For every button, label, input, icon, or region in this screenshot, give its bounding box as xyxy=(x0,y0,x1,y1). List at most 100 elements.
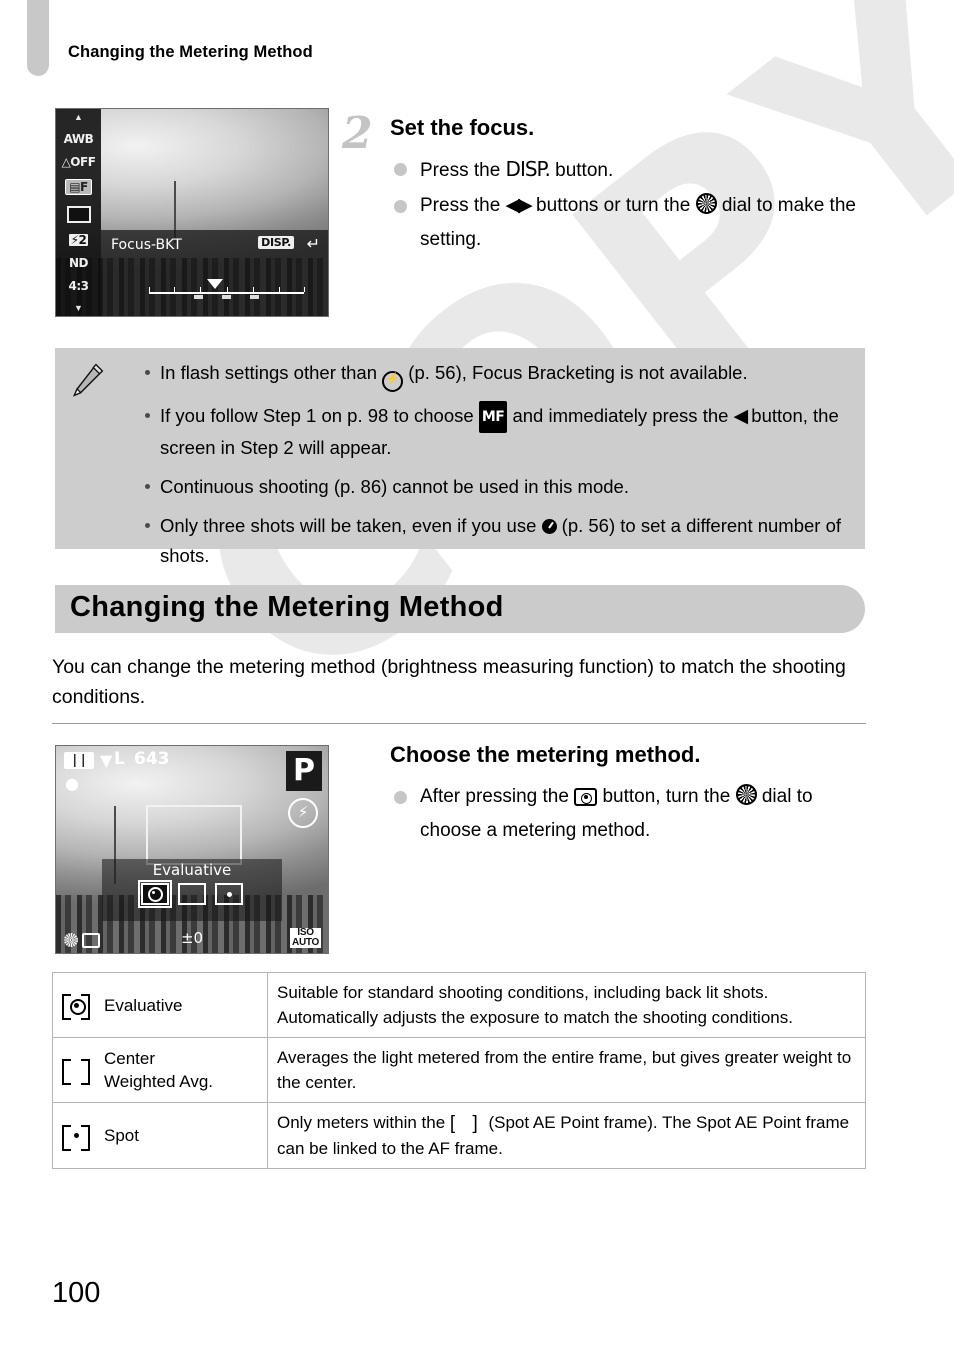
step-number-2: 2 xyxy=(342,108,373,159)
metering-name: Evaluative xyxy=(104,995,183,1015)
note-text-a: Continuous shooting (p. 86) cannot be us… xyxy=(160,476,629,497)
metering-options xyxy=(102,880,282,908)
choose-metering-bullet-list: After pressing the button, turn the dial… xyxy=(390,780,870,849)
bullet-text-pre: After pressing the xyxy=(420,786,575,807)
lcd-bottom-row: ±0 ISO AUTO xyxy=(56,925,328,949)
exposure-compensation-label: ±0 xyxy=(180,929,204,947)
table-row: Evaluative Suitable for standard shootin… xyxy=(52,972,866,1038)
note-text-a: In flash settings other than xyxy=(160,362,383,383)
table-row: Center Weighted Avg. Averages the light … xyxy=(52,1037,866,1103)
return-arrow-icon: ↵ xyxy=(306,236,320,253)
note-box: In flash settings other than ⚡ (p. 56), … xyxy=(55,348,865,566)
bullet-dot-icon xyxy=(145,413,150,418)
scroll-down-arrow-icon: ▼ xyxy=(74,303,83,313)
left-button-icon: ◀ xyxy=(733,406,749,427)
table-cell-name: Evaluative xyxy=(52,972,268,1038)
table-cell-description: Suitable for standard shooting condition… xyxy=(267,972,866,1038)
page-number: 100 xyxy=(52,1277,101,1309)
scroll-up-arrow-icon: ▲ xyxy=(74,112,83,122)
list-item: After pressing the button, turn the dial… xyxy=(390,780,870,848)
focus-bkt-bar: Focus-BKT DISP. ↵ xyxy=(101,230,328,316)
note-text-a: If you follow Step 1 on p. 98 to choose xyxy=(160,405,479,426)
table-cell-description: Averages the light metered from the enti… xyxy=(267,1037,866,1103)
metering-name-line2: Weighted Avg. xyxy=(104,1072,214,1091)
lcd-settings-strip: ▲ AWB △OFF ▤F ⚡2 ND 4:3 ▼ xyxy=(56,109,101,316)
image-stabilizer-icon: ● xyxy=(65,774,79,793)
note-text-a: Only three shots will be taken, even if … xyxy=(160,515,542,536)
iso-label-bottom: AUTO xyxy=(290,937,321,948)
table-row: Spot Only meters within the [ ] (Spot AE… xyxy=(52,1102,866,1169)
horizontal-rule xyxy=(52,723,866,724)
chapter-tab-indicator xyxy=(27,0,49,76)
center-weighted-icon[interactable] xyxy=(178,883,206,905)
metering-selection-bar: Evaluative xyxy=(102,859,282,921)
note-text-b: (p. 56), Focus Bracketing is not availab… xyxy=(403,362,748,383)
running-head: Changing the Metering Method xyxy=(68,43,313,61)
af-frame xyxy=(146,804,242,865)
drive-mode-icon xyxy=(66,206,91,223)
image-size-label: L xyxy=(114,749,125,769)
table-cell-name: Center Weighted Avg. xyxy=(52,1037,268,1103)
note-text-b: and immediately press the xyxy=(507,405,734,426)
manual-focus-icon: MF xyxy=(478,401,508,433)
shots-remaining-label: 643 xyxy=(134,749,170,769)
pencil-icon xyxy=(73,363,104,397)
control-dial-icon xyxy=(695,193,717,214)
bullet-text-post: button. xyxy=(549,160,614,181)
list-item: Only three shots will be taken, even if … xyxy=(143,511,849,571)
bullet-dot-icon xyxy=(394,200,407,213)
flash-off-icon: ⚡ xyxy=(382,371,404,392)
bkt-pointer-icon xyxy=(206,279,223,289)
choose-metering-title: Choose the metering method. xyxy=(390,742,701,767)
camera-screen-metering: ▼ L 643 ● P ⚡ Evaluative ±0 ISO AUTO xyxy=(55,745,329,954)
metering-name: Spot xyxy=(104,1126,139,1145)
bullet-text-mid: buttons or turn the xyxy=(530,195,696,216)
shooting-mode-badge: P xyxy=(286,751,322,791)
metering-button-icon xyxy=(574,788,598,806)
step2-bullet-list: Press the DISP. button. Press the ◀▶ but… xyxy=(390,152,870,258)
bullet-dot-icon xyxy=(145,523,150,528)
evaluative-icon xyxy=(62,994,90,1020)
bullet-dot-icon xyxy=(145,484,150,489)
camera-screen-focus-bracketing: ▲ AWB △OFF ▤F ⚡2 ND 4:3 ▼ Focus-BKT DISP… xyxy=(55,108,329,317)
control-dial-icon xyxy=(735,784,757,805)
focus-bracketing-icon: ▤F xyxy=(65,179,92,195)
spot-icon xyxy=(62,1124,90,1151)
table-cell-name: Spot xyxy=(52,1102,268,1169)
metering-name: Center Weighted Avg. xyxy=(104,1047,213,1093)
iso-badge: ISO AUTO xyxy=(290,928,321,948)
section-intro-text: You can change the metering method (brig… xyxy=(52,656,846,708)
metering-label: Evaluative xyxy=(152,861,232,879)
bullet-text-mid: button, turn the xyxy=(597,786,736,807)
center-weighted-icon xyxy=(62,1059,90,1085)
list-item: Continuous shooting (p. 86) cannot be us… xyxy=(143,472,849,502)
evaluative-icon[interactable] xyxy=(138,880,172,908)
table-cell-description: Only meters within the [ ] (Spot AE Poin… xyxy=(267,1102,866,1169)
bullet-dot-icon xyxy=(394,163,407,176)
flash-exposure-icon: ⚡2 xyxy=(68,233,89,247)
note-list: In flash settings other than ⚡ (p. 56), … xyxy=(143,358,849,580)
bullet-text-pre: Press the xyxy=(420,195,506,216)
disp-chip-icon: DISP. xyxy=(258,236,294,249)
step2-title: Set the focus. xyxy=(390,115,535,140)
flash-off-icon: ⚡ xyxy=(288,798,318,828)
bkt-scale xyxy=(149,287,305,299)
bullet-text-pre: Press the xyxy=(420,160,506,181)
disp-button-icon: DISP. xyxy=(505,157,551,181)
battery-icon xyxy=(64,752,94,769)
white-balance-icon: AWB xyxy=(63,132,94,146)
bullet-dot-icon xyxy=(394,791,407,804)
spot-ae-frame-icon: [ ] xyxy=(449,1113,484,1134)
metering-methods-table: Evaluative Suitable for standard shootin… xyxy=(52,972,866,1169)
list-item: Press the ◀▶ buttons or turn the dial to… xyxy=(390,189,870,257)
bullet-dot-icon xyxy=(145,370,150,375)
spot-icon[interactable] xyxy=(215,883,243,905)
metering-name-line1: Center xyxy=(104,1049,156,1068)
image-quality-icon: ▼ xyxy=(100,751,113,770)
aspect-ratio-icon: 4:3 xyxy=(68,279,90,293)
left-right-buttons-icon: ◀▶ xyxy=(505,195,533,216)
list-item: In flash settings other than ⚡ (p. 56), … xyxy=(143,358,849,392)
focus-bkt-label: Focus-BKT xyxy=(111,237,182,253)
page-title: Changing the Metering Method xyxy=(70,591,504,623)
my-colors-off-icon: △OFF xyxy=(61,155,96,169)
